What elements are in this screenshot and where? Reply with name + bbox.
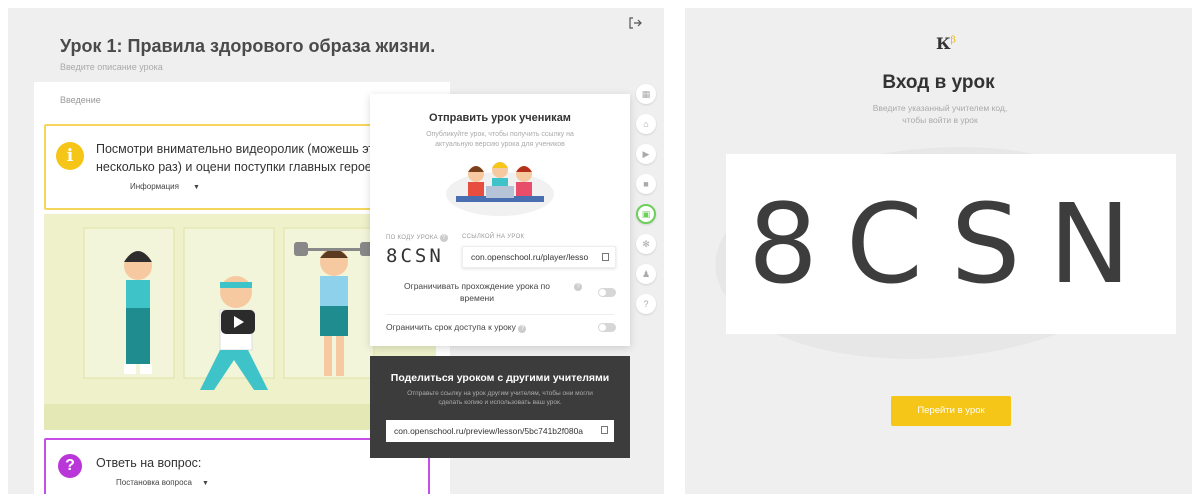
teacher-link-field[interactable]: con.openschool.ru/preview/lesson/5bc741b… — [386, 420, 614, 442]
help-icon[interactable]: ? — [574, 283, 582, 291]
limit-time-label: Ограничивать прохождение урока по времен… — [403, 281, 550, 303]
login-subtitle: Введите указанный учителем код, чтобы во… — [872, 103, 1008, 125]
help-icon[interactable]: ? — [518, 325, 527, 333]
share-title: Отправить урок ученикам — [429, 112, 571, 124]
play-icon[interactable]: ▶ — [636, 144, 656, 164]
card-type-label: Информация — [130, 182, 179, 191]
lesson-code: 8CSN — [386, 245, 444, 267]
teacher-link-text: con.openschool.ru/preview/lesson/5bc741b… — [394, 426, 584, 436]
divider — [386, 314, 614, 315]
help-icon[interactable]: ? — [636, 294, 656, 314]
lesson-editor: Урок 1: Правила здорового образа жизни. … — [8, 8, 664, 494]
settings-icon[interactable]: ✻ — [636, 234, 656, 254]
book-icon[interactable]: ■ — [636, 174, 656, 194]
section-label[interactable]: Введение — [60, 95, 101, 105]
link-label: ССЫЛКОЙ НА УРОК — [462, 234, 525, 240]
grid-icon[interactable]: ▦ — [636, 84, 656, 104]
screenshot-root: Урок 1: Правила здорового образа жизни. … — [0, 0, 1192, 494]
limit-time-toggle[interactable] — [598, 288, 616, 297]
enter-lesson-button[interactable]: Перейти в урок — [891, 396, 1011, 426]
share-with-students-panel: Отправить урок ученикам Опубликуйте урок… — [370, 94, 630, 346]
question-type-select[interactable]: Постановка вопроса ▼ — [116, 478, 209, 487]
limit-access-toggle[interactable] — [598, 323, 616, 332]
share-with-teachers-panel: Поделиться уроком с другими учителями От… — [370, 356, 630, 458]
limit-access-label: Ограничить срок доступа к уроку ? — [386, 322, 527, 333]
home-icon[interactable]: ⌂ — [636, 114, 656, 134]
play-button[interactable] — [221, 310, 255, 334]
card-type-select[interactable]: Информация ▼ — [130, 182, 200, 191]
users-icon[interactable]: ♟ — [636, 264, 656, 284]
chevron-down-icon: ▼ — [192, 184, 200, 191]
copy-icon[interactable] — [602, 253, 609, 261]
logout-icon[interactable] — [628, 16, 642, 34]
question-icon: ? — [58, 454, 82, 478]
lesson-login: Кβ Вход в урок Введите указанный учителе… — [685, 8, 1192, 494]
student-link-text: con.openschool.ru/player/lesso — [471, 252, 589, 262]
lesson-description-input[interactable]: Введите описание урока — [60, 62, 163, 72]
info-icon: i — [56, 142, 84, 170]
login-title: Вход в урок — [882, 72, 995, 93]
lesson-code-input[interactable]: 8CSN — [726, 154, 1176, 334]
chevron-down-icon: ▼ — [201, 480, 209, 487]
lesson-title[interactable]: Урок 1: Правила здорового образа жизни. — [60, 36, 435, 57]
students-illustration — [446, 162, 554, 216]
help-icon[interactable]: ? — [439, 234, 448, 242]
teacher-share-subtitle: Отправьте ссылку на урок другим учителям… — [407, 390, 593, 406]
copy-icon[interactable] — [601, 426, 608, 434]
student-link-field[interactable]: con.openschool.ru/player/lesso — [462, 246, 616, 268]
share-subtitle: Опубликуйте урок, чтобы получить ссылку … — [426, 131, 574, 148]
question-text[interactable]: Ответь на вопрос: — [96, 456, 201, 470]
brand-logo: Кβ — [936, 34, 956, 53]
question-type-label: Постановка вопроса — [116, 478, 192, 487]
share-icon[interactable]: ▣ — [636, 204, 656, 224]
teacher-share-title: Поделиться уроком с другими учителями — [390, 372, 610, 384]
code-label: ПО КОДУ УРОКА ? — [386, 234, 448, 242]
